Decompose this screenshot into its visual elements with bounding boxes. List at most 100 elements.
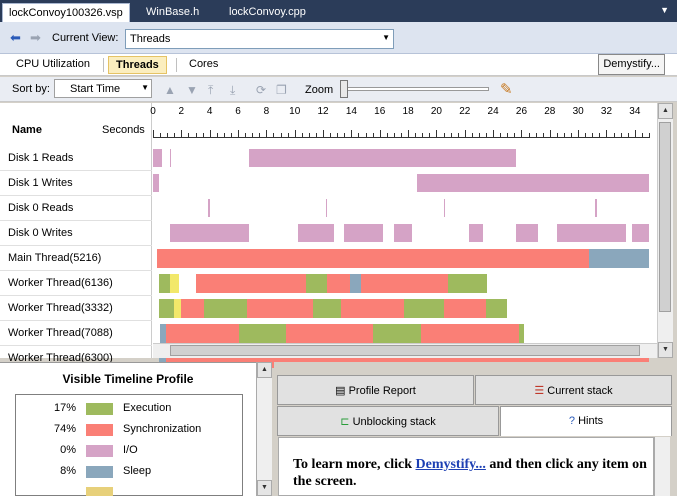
timeline-segment[interactable]	[208, 199, 210, 217]
tab-winbase-h[interactable]: WinBase.h	[140, 3, 205, 22]
timeline-segment[interactable]	[361, 274, 448, 293]
timeline-segment[interactable]	[195, 274, 307, 293]
timeline-segment[interactable]	[595, 199, 597, 217]
thread-row-label[interactable]: Main Thread(5216)	[8, 252, 101, 264]
copy-icon[interactable]: ❐	[276, 83, 287, 97]
thread-row-label[interactable]: Disk 1 Writes	[8, 177, 73, 189]
back-arrow-icon[interactable]: ⬅	[10, 31, 21, 44]
timeline-segment[interactable]	[325, 199, 328, 217]
timeline-segment[interactable]	[306, 274, 328, 293]
thread-row-label[interactable]: Disk 0 Reads	[8, 202, 73, 214]
thread-row-label[interactable]: Worker Thread(6136)	[8, 277, 113, 289]
timeline-segment[interactable]	[313, 299, 342, 318]
ruler-label: 20	[430, 106, 442, 117]
tab-cores[interactable]: Cores	[182, 56, 225, 74]
timeline-segment[interactable]	[403, 299, 444, 318]
thread-row-label[interactable]: Disk 1 Reads	[8, 152, 73, 164]
timeline-segment[interactable]	[174, 299, 182, 318]
thread-lane[interactable]	[153, 199, 649, 217]
tab-current-stack[interactable]: ☰ Current stack	[475, 375, 672, 405]
thread-lane[interactable]	[153, 149, 649, 167]
timeline-segment[interactable]	[153, 149, 162, 167]
tab-cpu-utilization[interactable]: CPU Utilization	[9, 56, 97, 74]
move-up-icon[interactable]: ▲	[164, 83, 176, 97]
thread-lane[interactable]	[153, 249, 649, 268]
timeline-segment[interactable]	[239, 324, 287, 343]
timeline-segment[interactable]	[416, 174, 649, 192]
timeline-segment[interactable]	[327, 274, 350, 293]
timeline-segment[interactable]	[556, 224, 627, 242]
timeline-segment[interactable]	[249, 149, 516, 167]
timeline-segment[interactable]	[349, 274, 362, 293]
pencil-icon[interactable]: ✎	[500, 80, 513, 98]
legend-category[interactable]: Execution	[123, 402, 171, 414]
forward-arrow-icon[interactable]: ➡	[30, 31, 41, 44]
tab-dropdown-icon[interactable]: ▼	[660, 5, 669, 15]
timeline-segment[interactable]	[181, 299, 204, 318]
scroll-down-icon[interactable]: ▼	[257, 480, 272, 496]
legend-category[interactable]: I/O	[123, 444, 138, 456]
thread-row-label[interactable]: Disk 0 Writes	[8, 227, 73, 239]
vertical-scroll-thumb[interactable]	[659, 122, 671, 312]
timeline-segment[interactable]	[158, 299, 175, 318]
timeline-segment[interactable]	[170, 224, 250, 242]
sort-by-select[interactable]: Start Time ▼	[54, 79, 152, 98]
legend-category[interactable]: Synchronization	[123, 423, 201, 435]
horizontal-scroll-thumb[interactable]	[170, 345, 640, 356]
timeline-segment[interactable]	[372, 324, 421, 343]
current-view-select[interactable]: Threads ▼	[125, 29, 394, 49]
timeline-segment[interactable]	[153, 174, 159, 192]
timeline-segment[interactable]	[165, 324, 240, 343]
ruler-label: 2	[178, 106, 185, 117]
timeline-segment[interactable]	[443, 299, 486, 318]
timeline-segment[interactable]	[486, 299, 508, 318]
timeline-segment[interactable]	[297, 224, 335, 242]
timeline-segment[interactable]	[447, 274, 488, 293]
timeline-segment[interactable]	[420, 324, 519, 343]
thread-row-label[interactable]: Worker Thread(3332)	[8, 302, 113, 314]
timeline-segment[interactable]	[170, 149, 172, 167]
timeline-segment[interactable]	[157, 249, 590, 268]
timeline-segment[interactable]	[631, 224, 649, 242]
zoom-slider-track[interactable]	[343, 87, 489, 91]
thread-row-label[interactable]: Worker Thread(7088)	[8, 327, 113, 339]
move-down-icon[interactable]: ▼	[186, 83, 198, 97]
timeline-segment[interactable]	[286, 324, 373, 343]
scroll-up-icon[interactable]: ▲	[257, 362, 272, 378]
tab-profile-report[interactable]: ▤ Profile Report	[277, 375, 474, 405]
timeline-segment[interactable]	[170, 274, 179, 293]
move-top-icon[interactable]: ⤒	[208, 83, 213, 98]
profile-scrollbar[interactable]: ▲ ▼	[256, 362, 272, 496]
tab-hints[interactable]: ? Hints	[500, 406, 672, 436]
hint-scrollbar[interactable]	[654, 437, 670, 496]
timeline-segment[interactable]	[515, 224, 539, 242]
thread-lane[interactable]	[153, 274, 649, 293]
tab-unblocking-stack[interactable]: ⊏ Unblocking stack	[277, 406, 499, 436]
legend-category[interactable]: Sleep	[123, 465, 151, 477]
timeline-segment[interactable]	[344, 224, 383, 242]
timeline-segment[interactable]	[469, 224, 484, 242]
legend-percent: 17%	[53, 402, 76, 414]
timeline-segment[interactable]	[204, 299, 247, 318]
demystify-link[interactable]: Demystify...	[416, 457, 486, 472]
thread-lane[interactable]	[153, 299, 649, 318]
scroll-down-icon[interactable]: ▼	[658, 342, 673, 358]
refresh-icon[interactable]: ⟳	[256, 83, 266, 97]
scroll-up-icon[interactable]: ▲	[658, 103, 673, 119]
tab-threads[interactable]: Threads	[108, 56, 167, 74]
tab-lockconvoy-vsp[interactable]: lockConvoy100326.vsp	[2, 3, 130, 22]
timeline-segment[interactable]	[589, 249, 649, 268]
timeline-segment[interactable]	[246, 299, 314, 318]
tab-lockconvoy-cpp[interactable]: lockConvoy.cpp	[223, 3, 312, 22]
timeline-segment[interactable]	[341, 299, 404, 318]
move-bottom-icon[interactable]: ⤓	[230, 83, 235, 98]
thread-lane[interactable]	[153, 224, 649, 242]
timeline-segment[interactable]	[443, 199, 445, 217]
timeline-segment[interactable]	[518, 324, 525, 343]
thread-lane[interactable]	[153, 174, 649, 192]
zoom-slider-thumb[interactable]	[340, 80, 348, 98]
timeline-segment[interactable]	[393, 224, 413, 242]
demystify-button[interactable]: Demystify...	[598, 54, 665, 75]
thread-lane[interactable]	[153, 324, 649, 343]
timeline-segment[interactable]	[158, 274, 170, 293]
